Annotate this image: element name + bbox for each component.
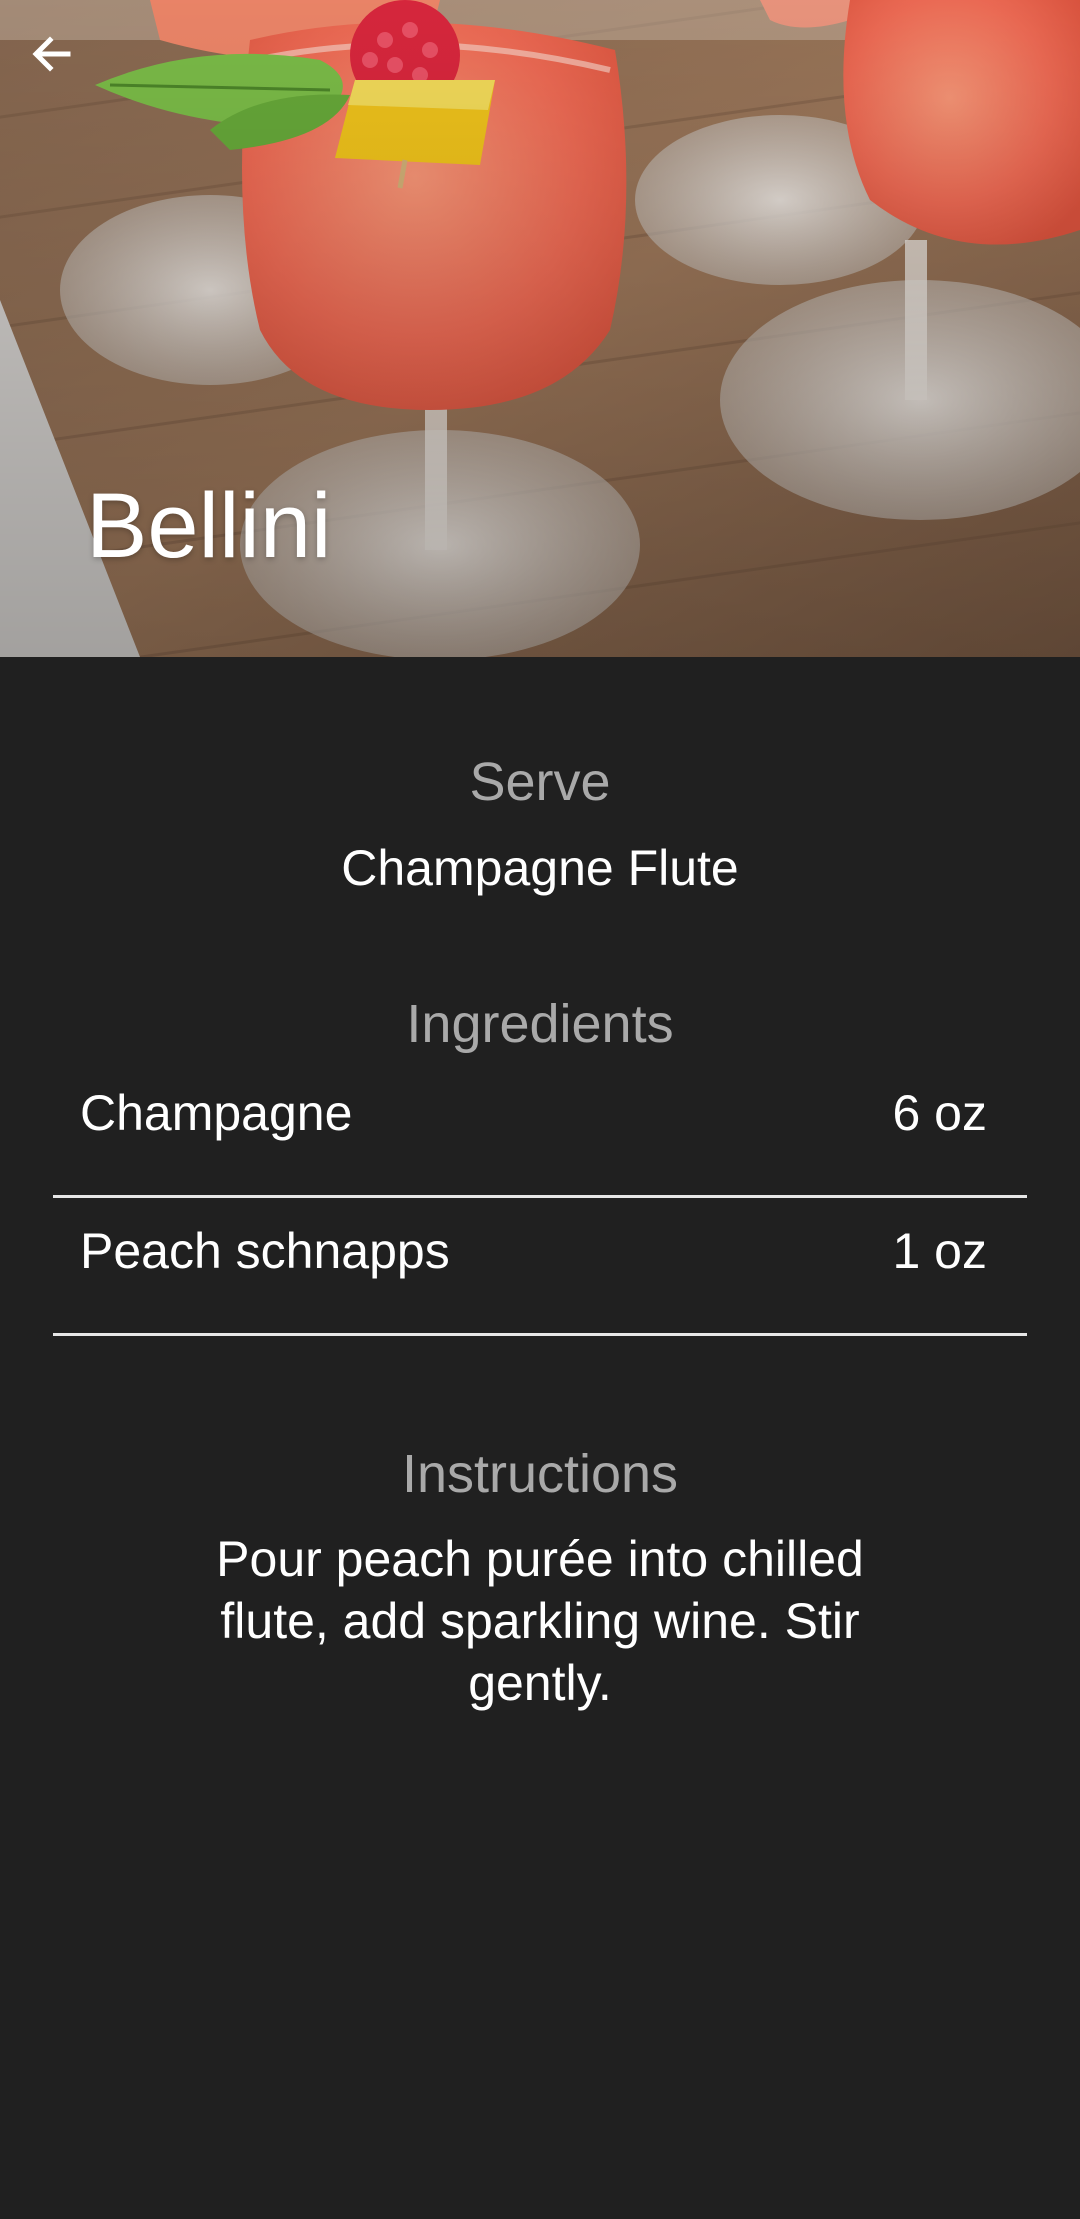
drink-title: Bellini (86, 475, 332, 577)
back-button[interactable] (28, 30, 118, 120)
serve-heading: Serve (469, 752, 611, 812)
serve-glass: Champagne Flute (341, 840, 739, 896)
ingredient-row: Champagne 6 oz (53, 1060, 1027, 1198)
ingredient-name: Champagne (80, 1085, 353, 1141)
ingredients-heading: Ingredients (406, 994, 674, 1054)
hero-image: Bellini (0, 0, 1080, 657)
ingredient-name: Peach schnapps (80, 1223, 450, 1279)
instructions-text: Pour peach purée into chilled flute, add… (216, 1531, 864, 1711)
ingredient-amount: 6 oz (892, 1085, 987, 1141)
ingredient-row: Peach schnapps 1 oz (53, 1198, 1027, 1336)
arrow-left-icon (32, 36, 71, 72)
ingredient-amount: 1 oz (892, 1223, 987, 1279)
instructions-heading: Instructions (401, 1444, 679, 1504)
